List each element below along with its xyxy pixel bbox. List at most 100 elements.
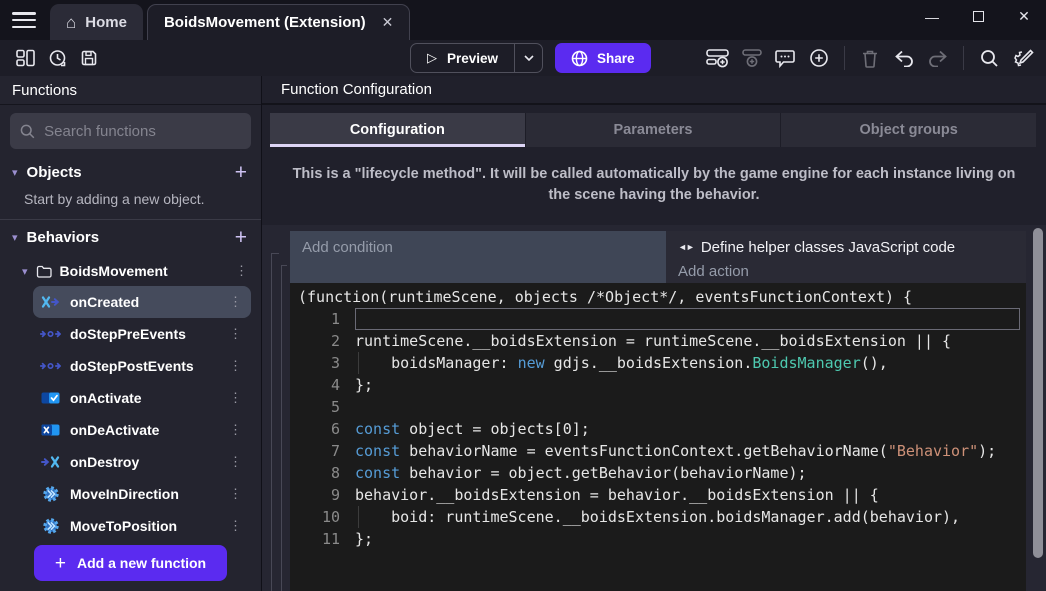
event-block: Add condition ◄► Define helper classes J… xyxy=(290,231,1026,283)
kebab-menu-icon[interactable]: ⋮ xyxy=(229,422,241,438)
code-line[interactable]: 2 runtimeScene.__boidsExtension = runtim… xyxy=(298,330,1020,352)
save-icon[interactable] xyxy=(76,45,102,71)
close-window-button[interactable]: ✕ xyxy=(1016,8,1032,25)
line-number: 5 xyxy=(298,396,340,418)
maximize-button[interactable] xyxy=(970,9,986,25)
preview-button[interactable]: ▷ Preview xyxy=(410,43,543,73)
objects-section-header[interactable]: ▾ Objects + xyxy=(0,155,261,189)
redo-icon[interactable] xyxy=(925,45,951,71)
behavior-function-item[interactable]: doStepPreEvents ⋮ xyxy=(33,318,251,350)
code-line[interactable]: 1 xyxy=(298,308,1020,330)
kebab-menu-icon[interactable]: ⋮ xyxy=(229,294,241,310)
function-item-label: doStepPreEvents xyxy=(70,326,220,342)
lifecycle-step-icon xyxy=(40,329,61,339)
share-button[interactable]: Share xyxy=(555,43,651,73)
function-configuration-panel: Function Configuration Configuration Par… xyxy=(262,76,1046,591)
tab-extension[interactable]: BoidsMovement (Extension) ✕ xyxy=(147,4,410,40)
tab-home[interactable]: ⌂ Home xyxy=(50,4,143,40)
search-icon xyxy=(20,123,35,140)
behavior-function-item[interactable]: onDeActivate ⋮ xyxy=(33,414,251,446)
add-condition-area[interactable]: Add condition xyxy=(290,231,666,283)
preview-dropdown-button[interactable] xyxy=(514,44,542,72)
code-line[interactable]: 10 boid: runtimeScene.__boidsExtension.b… xyxy=(298,506,1020,528)
code-line[interactable]: 11 }; xyxy=(298,528,1020,550)
tab-home-label: Home xyxy=(85,14,127,31)
kebab-menu-icon[interactable]: ⋮ xyxy=(229,454,241,470)
code-line[interactable]: 8 const behavior = object.getBehavior(be… xyxy=(298,462,1020,484)
event-indent-rail xyxy=(262,225,290,591)
line-number: 8 xyxy=(298,462,340,484)
search-functions-input[interactable] xyxy=(44,123,241,140)
add-behavior-button[interactable]: + xyxy=(235,227,247,248)
titlebar: ⌂ Home BoidsMovement (Extension) ✕ — ✕ xyxy=(0,0,1046,40)
code-line[interactable]: 9 behavior.__boidsExtension = behavior._… xyxy=(298,484,1020,506)
code-line[interactable]: 3 boidsManager: new gdjs.__boidsExtensio… xyxy=(298,352,1020,374)
add-comment-icon[interactable] xyxy=(772,45,798,71)
kebab-menu-icon[interactable]: ⋮ xyxy=(235,263,247,279)
function-gear-icon xyxy=(40,517,61,535)
add-action-link[interactable]: Add action xyxy=(678,259,1014,283)
close-tab-icon[interactable]: ✕ xyxy=(382,14,394,31)
preview-button-main[interactable]: ▷ Preview xyxy=(411,44,514,72)
behavior-function-item[interactable]: doStepPostEvents ⋮ xyxy=(33,350,251,382)
behavior-function-item[interactable]: onDestroy ⋮ xyxy=(33,446,251,478)
chevron-down-icon[interactable]: ▾ xyxy=(12,231,18,244)
scrollbar-thumb[interactable] xyxy=(1033,228,1043,558)
kebab-menu-icon[interactable]: ⋮ xyxy=(229,326,241,342)
chevron-down-icon[interactable]: ▾ xyxy=(22,265,28,278)
history-icon[interactable] xyxy=(44,45,70,71)
line-number: 3 xyxy=(298,352,340,374)
tab-object-groups[interactable]: Object groups xyxy=(781,113,1036,147)
minimize-button[interactable]: — xyxy=(924,9,940,25)
add-other-icon[interactable] xyxy=(806,45,832,71)
js-code-action[interactable]: ◄► Define helper classes JavaScript code xyxy=(678,235,1014,259)
objects-empty-hint: Start by adding a new object. xyxy=(0,189,261,219)
kebab-menu-icon[interactable]: ⋮ xyxy=(229,358,241,374)
line-number: 1 xyxy=(298,308,340,330)
add-function-label: Add a new function xyxy=(77,555,206,571)
chevron-down-icon[interactable]: ▾ xyxy=(12,166,18,179)
lifecycle-description: This is a "lifecycle method". It will be… xyxy=(262,147,1046,220)
events-scrollbar[interactable] xyxy=(1033,228,1043,588)
function-item-label: doStepPostEvents xyxy=(70,358,220,374)
behavior-function-item[interactable]: MoveToPosition ⋮ xyxy=(33,510,251,537)
code-line[interactable]: 5 xyxy=(298,396,1020,418)
project-manager-icon[interactable] xyxy=(12,45,38,71)
line-number: 4 xyxy=(298,374,340,396)
function-item-label: MoveToPosition xyxy=(70,518,220,534)
main-menu-button[interactable] xyxy=(12,12,36,28)
behavior-function-item[interactable]: onActivate ⋮ xyxy=(33,382,251,414)
behavior-function-item[interactable]: MoveInDirection ⋮ xyxy=(33,478,251,510)
home-icon: ⌂ xyxy=(66,14,76,31)
js-code-editor[interactable]: (function(runtimeScene, objects /*Object… xyxy=(290,283,1026,591)
delete-icon[interactable] xyxy=(857,45,883,71)
edit-extension-icon[interactable] xyxy=(1010,45,1036,71)
line-number: 6 xyxy=(298,418,340,440)
code-line[interactable]: 4 }; xyxy=(298,374,1020,396)
kebab-menu-icon[interactable]: ⋮ xyxy=(229,486,241,502)
lifecycle-deactivate-icon xyxy=(40,424,61,436)
kebab-menu-icon[interactable]: ⋮ xyxy=(229,390,241,406)
behavior-function-item[interactable]: onCreated ⋮ xyxy=(33,286,251,318)
behaviors-section-header[interactable]: ▾ Behaviors + xyxy=(0,220,261,254)
tab-configuration[interactable]: Configuration xyxy=(270,113,526,147)
add-subevent-icon[interactable] xyxy=(738,45,764,71)
add-object-button[interactable]: + xyxy=(235,162,247,183)
lifecycle-created-icon xyxy=(40,295,61,309)
add-function-button[interactable]: + Add a new function xyxy=(34,545,227,581)
functions-panel-title: Functions xyxy=(0,76,261,105)
behaviors-tree: ▾ BoidsMovement ⋮ onCreated ⋮ doStepPreE… xyxy=(0,254,261,537)
add-event-icon[interactable] xyxy=(704,45,730,71)
undo-icon[interactable] xyxy=(891,45,917,71)
code-line[interactable]: 6 const object = objects[0]; xyxy=(298,418,1020,440)
search-functions-box[interactable] xyxy=(10,113,251,149)
function-item-label: onCreated xyxy=(70,294,220,310)
kebab-menu-icon[interactable]: ⋮ xyxy=(229,518,241,534)
toolbar-divider xyxy=(963,46,964,70)
code-line[interactable]: 7 const behaviorName = eventsFunctionCon… xyxy=(298,440,1020,462)
behavior-folder-row[interactable]: ▾ BoidsMovement ⋮ xyxy=(0,256,261,286)
tab-extension-label: BoidsMovement (Extension) xyxy=(164,14,366,31)
configuration-tabs: Configuration Parameters Object groups xyxy=(270,113,1036,147)
tab-parameters[interactable]: Parameters xyxy=(526,113,782,147)
search-icon[interactable] xyxy=(976,45,1002,71)
